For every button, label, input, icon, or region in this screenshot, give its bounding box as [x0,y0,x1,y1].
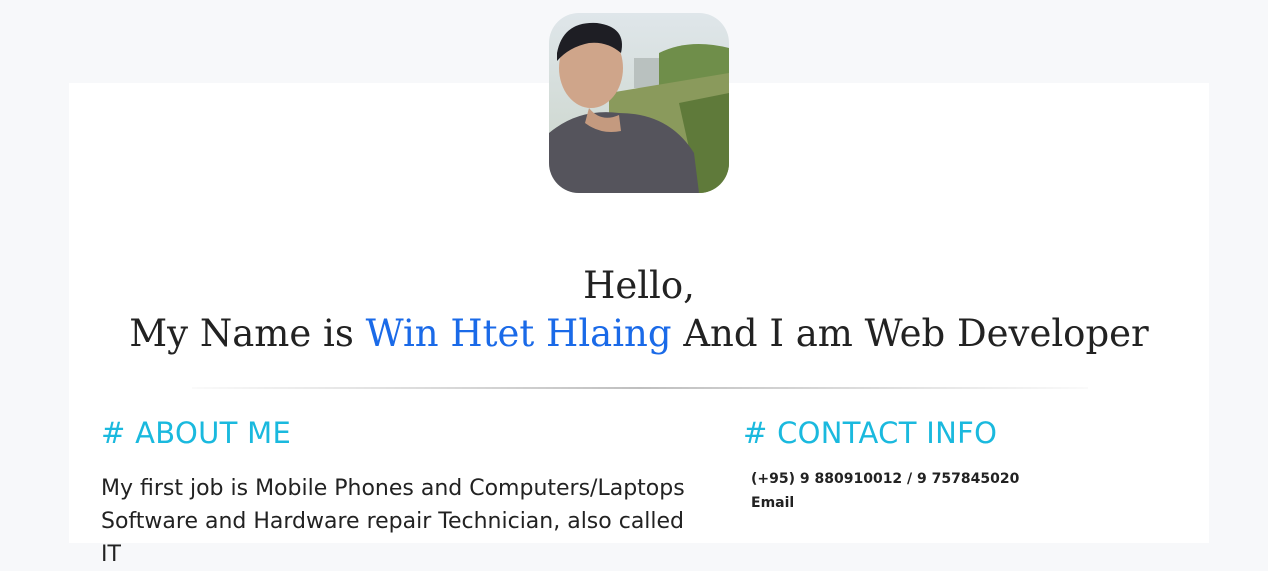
intro-line: My Name is Win Htet Hlaing And I am Web … [69,310,1209,358]
intro-suffix: And I am Web Developer [671,312,1149,355]
developer-name: Win Htet Hlaing [365,312,672,355]
about-title: # ABOUT ME [101,416,292,450]
about-text: My first job is Mobile Phones and Comput… [101,476,685,567]
contact-email-label: Email [751,495,795,511]
greeting-text: Hello, [583,264,695,307]
contact-title: # CONTACT INFO [743,416,998,450]
intro-prefix: My Name is [129,312,366,355]
contact-phone: (+95) 9 880910012 / 9 757845020 [751,471,1020,487]
avatar [549,13,729,193]
section-divider [192,387,1088,389]
hero-heading: Hello, My Name is Win Htet Hlaing And I … [69,262,1209,358]
